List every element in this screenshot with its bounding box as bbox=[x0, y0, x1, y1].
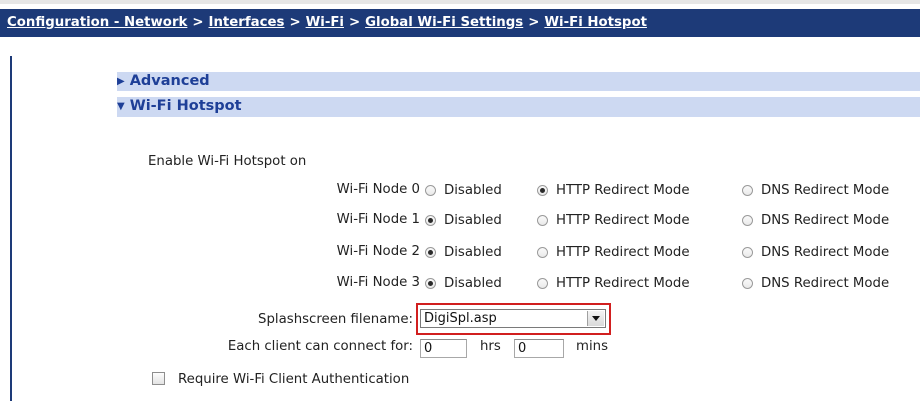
top-divider bbox=[0, 0, 920, 4]
node-1-http-redirect-radio[interactable] bbox=[537, 215, 548, 226]
disabled-option-label: Disabled bbox=[444, 276, 502, 291]
node-row-1: Wi-Fi Node 1 Disabled HTTP Redirect Mode… bbox=[0, 209, 920, 233]
node-3-http-redirect-radio[interactable] bbox=[537, 278, 548, 289]
node-row-3: Wi-Fi Node 3 Disabled HTTP Redirect Mode… bbox=[0, 272, 920, 296]
http-redirect-option-label: HTTP Redirect Mode bbox=[556, 213, 690, 228]
disabled-option-label: Disabled bbox=[444, 183, 502, 198]
dns-redirect-option-label: DNS Redirect Mode bbox=[761, 245, 890, 260]
hours-input[interactable]: 0 bbox=[420, 339, 467, 358]
section-hotspot-toggle[interactable]: ▼ Wi-Fi Hotspot bbox=[117, 97, 920, 116]
dns-redirect-option-label: DNS Redirect Mode bbox=[761, 183, 890, 198]
minutes-input[interactable]: 0 bbox=[514, 339, 564, 358]
section-divider bbox=[117, 116, 920, 117]
connect-duration-label: Each client can connect for: bbox=[227, 339, 413, 354]
breadcrumb-wifi[interactable]: Wi-Fi bbox=[306, 15, 344, 30]
expanded-arrow-icon: ▼ bbox=[117, 101, 125, 112]
http-redirect-option-label: HTTP Redirect Mode bbox=[556, 183, 690, 198]
node-label: Wi-Fi Node 0 bbox=[336, 182, 420, 197]
minutes-unit-label: mins bbox=[576, 339, 609, 354]
node-row-0: Wi-Fi Node 0 Disabled HTTP Redirect Mode… bbox=[0, 179, 920, 203]
splashscreen-label: Splashscreen filename: bbox=[258, 312, 413, 327]
disabled-option-label: Disabled bbox=[444, 213, 502, 228]
node-label: Wi-Fi Node 3 bbox=[336, 275, 420, 290]
breadcrumb-global-wifi-settings[interactable]: Global Wi-Fi Settings bbox=[365, 15, 523, 30]
section-advanced-label: Advanced bbox=[129, 73, 210, 89]
section-hotspot-label: Wi-Fi Hotspot bbox=[129, 98, 242, 114]
breadcrumb-separator: > bbox=[348, 15, 361, 30]
breadcrumb-separator: > bbox=[289, 15, 301, 30]
breadcrumb-configuration-network[interactable]: Configuration - Network bbox=[7, 15, 187, 30]
node-0-disabled-radio[interactable] bbox=[425, 185, 436, 196]
node-row-2: Wi-Fi Node 2 Disabled HTTP Redirect Mode… bbox=[0, 241, 920, 265]
breadcrumb-separator: > bbox=[528, 15, 540, 30]
dns-redirect-option-label: DNS Redirect Mode bbox=[761, 213, 890, 228]
node-2-disabled-radio[interactable] bbox=[425, 247, 436, 258]
node-0-dns-redirect-radio[interactable] bbox=[742, 185, 753, 196]
node-2-http-redirect-radio[interactable] bbox=[537, 247, 548, 258]
require-auth-label: Require Wi-Fi Client Authentication bbox=[178, 372, 410, 387]
breadcrumb: Configuration - Network > Interfaces > Wi-Fi… bbox=[0, 9, 920, 37]
node-0-http-redirect-radio[interactable] bbox=[537, 185, 548, 196]
node-3-dns-redirect-radio[interactable] bbox=[742, 278, 753, 289]
breadcrumb-interfaces[interactable]: Interfaces bbox=[209, 15, 285, 30]
enable-hotspot-label: Enable Wi-Fi Hotspot on bbox=[148, 154, 307, 169]
node-1-dns-redirect-radio[interactable] bbox=[742, 215, 753, 226]
disabled-option-label: Disabled bbox=[444, 245, 502, 260]
node-label: Wi-Fi Node 1 bbox=[336, 212, 420, 227]
http-redirect-option-label: HTTP Redirect Mode bbox=[556, 276, 690, 291]
node-3-disabled-radio[interactable] bbox=[425, 278, 436, 289]
node-label: Wi-Fi Node 2 bbox=[336, 244, 420, 259]
splashscreen-select[interactable]: DigiSpl.asp bbox=[420, 309, 606, 328]
http-redirect-option-label: HTTP Redirect Mode bbox=[556, 245, 690, 260]
node-2-dns-redirect-radio[interactable] bbox=[742, 247, 753, 258]
breadcrumb-wifi-hotspot[interactable]: Wi-Fi Hotspot bbox=[544, 15, 647, 30]
breadcrumb-separator: > bbox=[192, 15, 204, 30]
dropdown-arrow-icon[interactable] bbox=[587, 311, 604, 326]
collapsed-arrow-icon: ▶ bbox=[117, 76, 125, 87]
splashscreen-selected-value: DigiSpl.asp bbox=[424, 311, 497, 326]
hours-unit-label: hrs bbox=[480, 339, 501, 354]
section-advanced-toggle[interactable]: ▶ Advanced bbox=[117, 72, 920, 91]
node-1-disabled-radio[interactable] bbox=[425, 215, 436, 226]
require-auth-checkbox[interactable] bbox=[152, 372, 165, 385]
dns-redirect-option-label: DNS Redirect Mode bbox=[761, 276, 890, 291]
